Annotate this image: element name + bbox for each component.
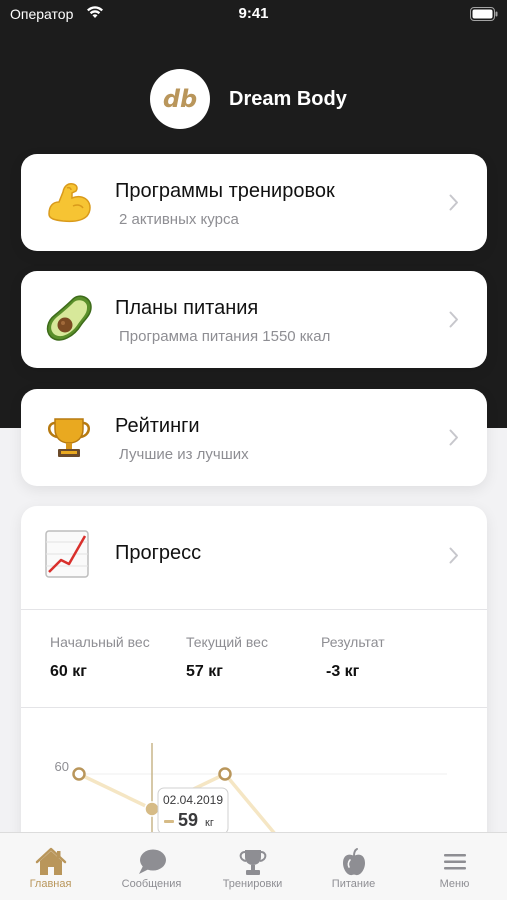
card-title: Рейтинги: [115, 415, 200, 437]
card-subtitle: Лучшие из лучших: [119, 446, 249, 463]
stat-label: Текущий вес: [186, 634, 268, 650]
data-point-highlighted: [144, 801, 160, 817]
tab-messages[interactable]: Сообщения: [101, 833, 202, 900]
tab-nutrition[interactable]: Питание: [303, 833, 404, 900]
home-icon: [35, 847, 67, 875]
y-tick-label: 60: [55, 759, 69, 774]
tab-menu[interactable]: Меню: [404, 833, 505, 900]
chat-bubble-icon: [139, 849, 166, 874]
battery-icon: [470, 7, 498, 21]
tab-label: Тренировки: [222, 878, 283, 890]
stat-initial-weight: Начальный вес 60 кг: [50, 634, 150, 681]
divider: [21, 707, 487, 708]
tab-label: Меню: [439, 878, 470, 890]
tab-workouts[interactable]: Тренировки: [202, 833, 303, 900]
progress-title: Прогресс: [115, 542, 202, 564]
tab-label: Главная: [29, 878, 72, 890]
stat-current-weight: Текущий вес 57 кг: [186, 634, 268, 681]
data-point: [218, 767, 232, 781]
apple-icon: [343, 848, 365, 876]
chart-increasing-icon: [45, 530, 89, 578]
db-logo-icon: db: [163, 85, 197, 113]
flexed-biceps-icon: [48, 183, 91, 223]
chevron-right-icon: [449, 194, 458, 211]
tooltip-swatch: [164, 820, 174, 823]
brand-name: Dream Body: [229, 87, 347, 110]
divider: [21, 609, 487, 610]
tooltip-value: 59: [178, 810, 198, 830]
trophy-icon: [239, 850, 267, 875]
card-meal-plans[interactable]: Планы питания Программа питания 1550 кка…: [21, 271, 487, 368]
stat-label: Начальный вес: [50, 634, 150, 650]
card-subtitle: 2 активных курса: [119, 211, 239, 228]
card-title: Программы тренировок: [115, 180, 335, 202]
clock: 9:41: [238, 5, 269, 22]
avocado-icon: [46, 295, 92, 341]
trophy-icon: [48, 418, 90, 457]
stat-label: Результат: [321, 634, 385, 650]
hamburger-menu-icon: [444, 854, 466, 870]
stat-value: 60 кг: [50, 663, 87, 680]
brand-logo-text: db: [163, 85, 197, 113]
card-subtitle: Программа питания 1550 ккал: [119, 328, 331, 345]
progress-header[interactable]: Прогресс: [21, 506, 487, 609]
tab-bar: Главная Сообщения Тренировки Питание Мен…: [0, 832, 507, 900]
stat-value: 57 кг: [186, 663, 223, 680]
card-title: Планы питания: [115, 297, 259, 319]
brand-logo: db: [150, 69, 210, 129]
chevron-right-icon: [449, 311, 458, 328]
tooltip-date: 02.04.2019: [163, 793, 223, 807]
stat-value: -3 кг: [326, 663, 360, 680]
card-ratings[interactable]: Рейтинги Лучшие из лучших: [21, 389, 487, 486]
tab-label: Сообщения: [121, 878, 182, 890]
brand-header: db Dream Body: [150, 69, 347, 129]
stat-result: Результат -3 кг: [321, 634, 385, 681]
card-training-programs[interactable]: Программы тренировок 2 активных курса: [21, 154, 487, 251]
tab-home[interactable]: Главная: [0, 833, 101, 900]
tooltip-unit: кг: [205, 817, 214, 829]
chevron-right-icon: [449, 429, 458, 446]
chevron-right-icon: [449, 547, 458, 564]
status-bar: Оператор 9:41: [0, 0, 507, 30]
tab-label: Питание: [331, 878, 376, 890]
data-point: [72, 767, 86, 781]
